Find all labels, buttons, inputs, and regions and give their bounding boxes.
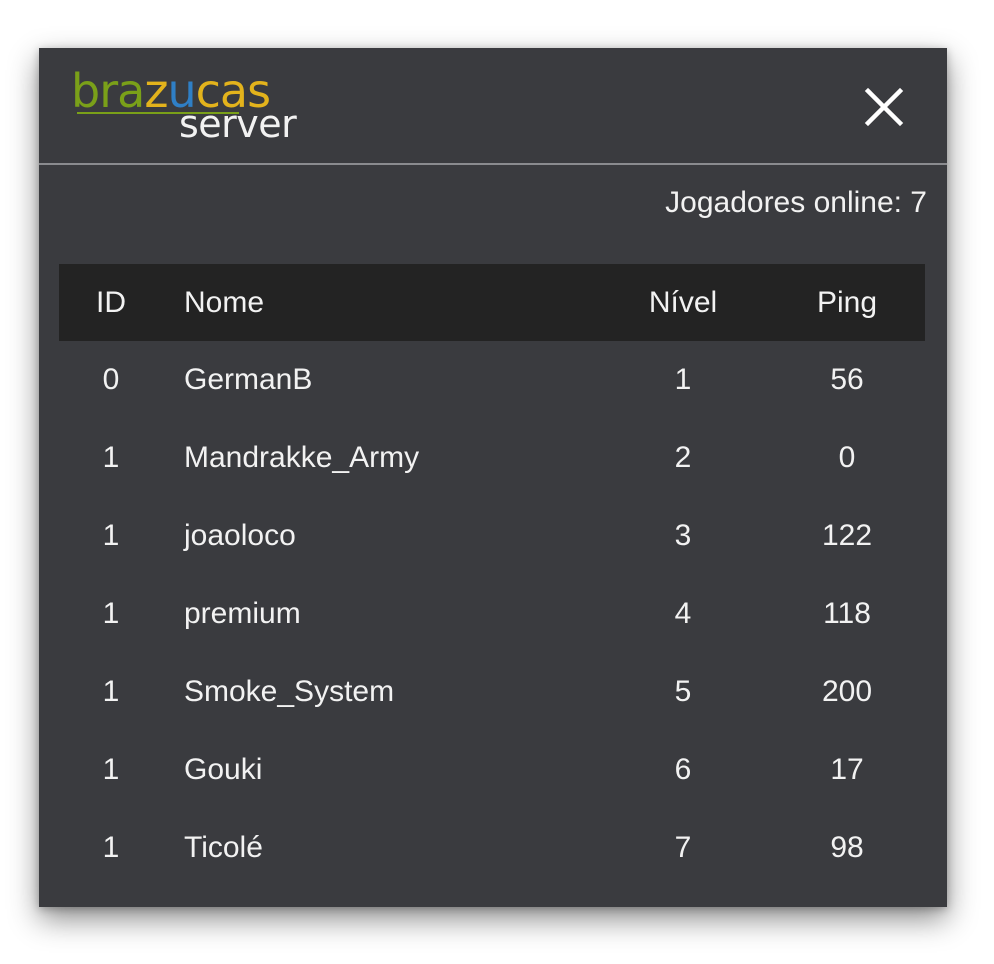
players-online-count: Jogadores online: 7	[665, 186, 927, 219]
players-dialog: brazucas server Jogadores online: 7 ID N…	[39, 48, 947, 907]
cell-ping: 98	[830, 831, 864, 864]
close-button[interactable]	[861, 84, 907, 130]
cell-nivel: 4	[674, 597, 692, 630]
cell-nome: GermanB	[184, 363, 313, 396]
table-row[interactable]: 1 Mandrakke_Army 2 0	[59, 419, 925, 497]
table-row[interactable]: 1 Ticolé 7 98	[59, 809, 925, 887]
cell-nome: Ticolé	[184, 831, 263, 864]
table-row[interactable]: 1 Smoke_System 5 200	[59, 653, 925, 731]
cell-nivel: 2	[674, 441, 692, 474]
cell-nome: premium	[184, 597, 301, 630]
cell-ping: 122	[821, 519, 873, 552]
cell-id: 1	[102, 597, 120, 630]
cell-ping: 0	[838, 441, 856, 474]
table-row[interactable]: 1 premium 4 118	[59, 575, 925, 653]
column-header-nome[interactable]: Nome	[184, 264, 604, 341]
dialog-header: brazucas server	[39, 48, 947, 165]
cell-nome: Gouki	[184, 753, 263, 786]
brazucas-server-logo: brazucas server	[71, 66, 311, 146]
cell-id: 0	[102, 363, 120, 396]
cell-id: 1	[102, 675, 120, 708]
table-row[interactable]: 0 GermanB 1 56	[59, 341, 925, 419]
logo-subtitle: server	[179, 102, 297, 146]
cell-nivel: 5	[674, 675, 692, 708]
cell-nome: Smoke_System	[184, 675, 395, 708]
cell-ping: 17	[830, 753, 864, 786]
cell-id: 1	[102, 519, 120, 552]
cell-nome: joaoloco	[184, 519, 296, 552]
cell-nivel: 3	[674, 519, 692, 552]
column-header-ping[interactable]: Ping	[797, 264, 897, 341]
cell-nivel: 6	[674, 753, 692, 786]
cell-id: 1	[102, 441, 120, 474]
table-row[interactable]: 1 joaoloco 3 122	[59, 497, 925, 575]
column-header-nivel[interactable]: Nível	[633, 264, 733, 341]
table-row[interactable]: 1 Gouki 6 17	[59, 731, 925, 809]
players-table: ID Nome Nível Ping 0 GermanB 1 56 1 Mand…	[59, 264, 925, 887]
cell-nivel: 1	[674, 363, 692, 396]
cell-nivel: 7	[674, 831, 692, 864]
cell-id: 1	[102, 831, 120, 864]
cell-nome: Mandrakke_Army	[184, 441, 420, 474]
table-header-row: ID Nome Nível Ping	[59, 264, 925, 341]
cell-ping: 56	[830, 363, 864, 396]
cell-ping: 200	[821, 675, 873, 708]
cell-ping: 118	[823, 597, 871, 630]
close-icon	[864, 87, 904, 127]
column-header-id[interactable]: ID	[59, 264, 163, 341]
cell-id: 1	[102, 753, 120, 786]
